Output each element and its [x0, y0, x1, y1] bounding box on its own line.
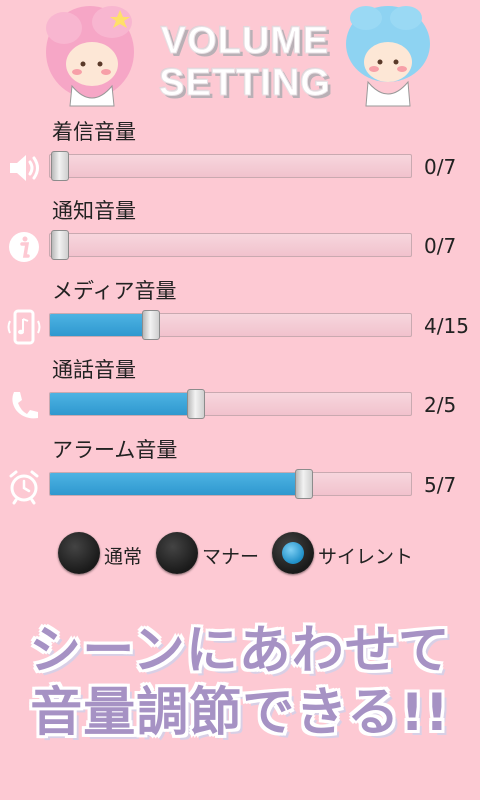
slider-value: 4/15 [424, 314, 469, 338]
slider-thumb[interactable] [51, 151, 69, 181]
mode-label: 通常 [104, 546, 143, 568]
app-title: VOLUME SETTING [150, 20, 340, 105]
slider-value: 0/7 [424, 234, 457, 258]
alarm-clock-icon [9, 470, 39, 505]
radio-button[interactable] [58, 532, 100, 574]
slider-value: 5/7 [424, 473, 457, 497]
slider-thumb[interactable] [187, 389, 206, 419]
radio-dot [282, 542, 304, 564]
call-volume-slider[interactable] [49, 389, 412, 419]
info-icon [9, 232, 39, 262]
slider-label: 通話音量 [52, 358, 136, 382]
slider-fill [50, 393, 197, 415]
pink-character-illustration [46, 6, 134, 107]
slider-row-ringtone: 着信音量 0/7 [0, 118, 480, 198]
promo-banner: シーンにあわせて 音量調節できる!! [0, 620, 480, 744]
speaker-icon [10, 155, 39, 181]
slider-fill [50, 473, 304, 495]
mode-label: サイレント [318, 546, 414, 568]
slider-thumb[interactable] [51, 230, 69, 260]
header: VOLUME SETTING [0, 0, 480, 112]
slider-value: 0/7 [424, 155, 457, 179]
radio-button[interactable] [156, 532, 198, 574]
blue-character-illustration [346, 6, 430, 107]
media-volume-slider[interactable] [49, 310, 412, 340]
slider-thumb[interactable] [141, 310, 160, 340]
radio-button[interactable] [272, 532, 314, 574]
slider-label: 通知音量 [52, 199, 136, 223]
slider-label: メディア音量 [52, 279, 177, 303]
phone-handset-icon [12, 392, 38, 419]
promo-line-1: シーンにあわせて [29, 621, 451, 681]
slider-label: 着信音量 [52, 120, 136, 144]
slider-row-notification: 通知音量 0/7 [0, 197, 480, 277]
slider-label: アラーム音量 [52, 438, 178, 462]
slider-row-alarm: アラーム音量 5/7 [0, 436, 480, 516]
slider-fill [50, 314, 151, 336]
slider-row-call: 通話音量 2/5 [0, 356, 480, 436]
ringtone-volume-slider[interactable] [49, 151, 412, 181]
slider-value: 2/5 [424, 393, 457, 417]
slider-row-media: メディア音量 4/15 [0, 277, 480, 357]
promo-line-2: 音量調節できる!! [30, 683, 450, 743]
title-line-1: VOLUME [160, 20, 330, 63]
phone-music-icon [7, 309, 41, 345]
title-line-2: SETTING [159, 62, 331, 105]
mode-label: マナー [202, 546, 260, 568]
alarm-volume-slider[interactable] [49, 469, 412, 499]
notification-volume-slider[interactable] [49, 230, 412, 260]
slider-thumb[interactable] [294, 469, 313, 499]
